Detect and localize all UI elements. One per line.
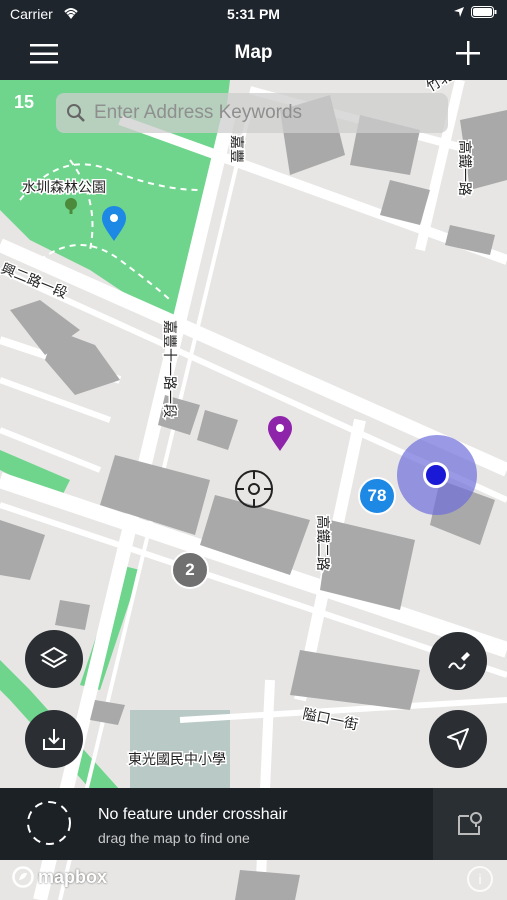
download-button[interactable] bbox=[25, 710, 83, 768]
map-pin-note-icon bbox=[458, 812, 482, 835]
layers-icon bbox=[40, 646, 68, 669]
info-button[interactable]: i bbox=[467, 866, 493, 892]
cluster-78[interactable]: 78 bbox=[358, 477, 396, 515]
cluster-2[interactable]: 2 bbox=[171, 551, 209, 589]
battery-icon bbox=[471, 6, 497, 18]
layers-button[interactable] bbox=[25, 630, 83, 688]
locate-button[interactable] bbox=[429, 710, 487, 768]
search-bar[interactable] bbox=[56, 93, 448, 133]
blue-pin-icon[interactable] bbox=[101, 206, 127, 242]
purple-pin-icon[interactable] bbox=[267, 416, 293, 452]
feature-panel: No feature under crosshair drag the map … bbox=[0, 788, 507, 860]
label-park: 水圳森林公園 bbox=[22, 180, 106, 196]
label-road-d: 高鐵二路 bbox=[314, 515, 331, 571]
mapbox-wordmark: mapbox bbox=[38, 866, 108, 887]
mapbox-icon bbox=[12, 866, 34, 888]
download-icon bbox=[43, 729, 65, 750]
label-road-g: 嘉豐 bbox=[228, 135, 244, 163]
label-school: 東光國民中小學 bbox=[128, 752, 226, 768]
zoom-level: 15 bbox=[14, 92, 35, 112]
user-location-dot bbox=[423, 462, 449, 488]
label-road-c: 高鐵一路 bbox=[456, 140, 473, 196]
label-road-b: 嘉豐十一路一段 bbox=[161, 320, 177, 418]
draw-button[interactable] bbox=[429, 632, 487, 690]
info-icon: i bbox=[478, 871, 482, 887]
pin-note-button[interactable] bbox=[433, 788, 507, 860]
mapbox-logo[interactable]: mapbox bbox=[12, 866, 107, 888]
crosshair-icon bbox=[235, 470, 273, 508]
pen-draw-icon bbox=[448, 652, 470, 670]
nav-bar: Map bbox=[0, 28, 507, 80]
feature-message: No feature under crosshair bbox=[98, 806, 288, 823]
cluster-count: 78 bbox=[367, 486, 387, 505]
cluster-count: 2 bbox=[185, 560, 195, 579]
navigation-arrow-icon bbox=[447, 728, 469, 750]
search-input[interactable] bbox=[86, 101, 436, 125]
plus-icon[interactable] bbox=[455, 40, 481, 66]
loading-spinner-icon bbox=[27, 801, 71, 845]
wifi-icon bbox=[64, 8, 78, 19]
location-arrow-icon bbox=[454, 7, 464, 17]
search-icon bbox=[67, 104, 85, 122]
feature-hint: drag the map to find one bbox=[98, 830, 250, 846]
status-icons bbox=[453, 6, 497, 18]
page-title: Map bbox=[234, 42, 273, 63]
